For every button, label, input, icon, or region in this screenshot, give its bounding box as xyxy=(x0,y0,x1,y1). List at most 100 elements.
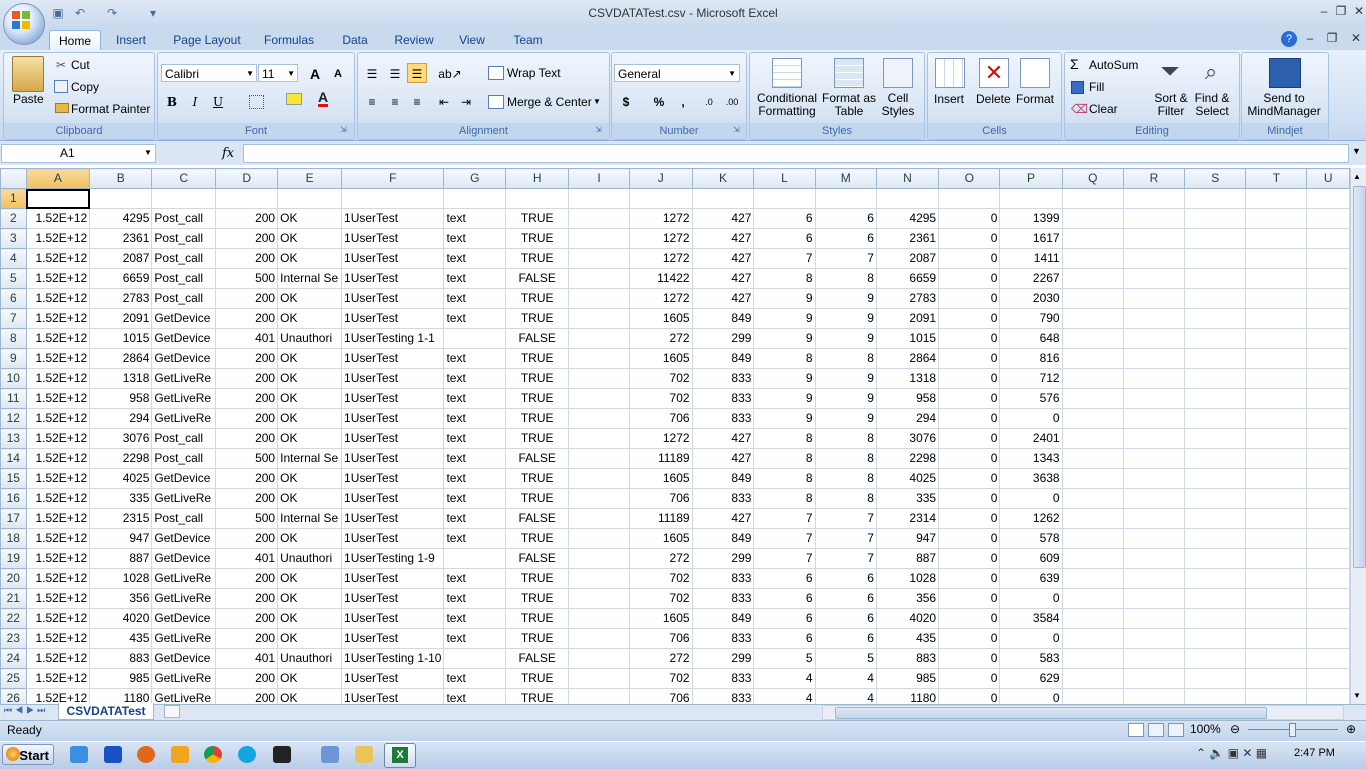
cell-c12[interactable]: GetLiveRe xyxy=(151,408,217,429)
cell-h10[interactable]: TRUE xyxy=(505,368,570,389)
cell-q22[interactable] xyxy=(1061,608,1124,629)
row-header[interactable]: 21 xyxy=(0,588,27,609)
cell-m6[interactable]: 9 xyxy=(814,288,877,309)
cell-b14[interactable]: 2298 xyxy=(89,448,153,469)
cell-l1[interactable] xyxy=(753,188,816,209)
column-header-b[interactable]: B xyxy=(89,168,153,189)
cell-i15[interactable] xyxy=(568,468,631,489)
cell-r9[interactable] xyxy=(1122,348,1186,369)
increase-indent-icon[interactable]: ⇥ xyxy=(456,91,476,111)
cell-f6[interactable]: 1UserTest xyxy=(341,288,445,309)
cell-o21[interactable]: 0 xyxy=(938,588,1001,609)
cell-o20[interactable]: 0 xyxy=(938,568,1001,589)
cell-a13[interactable]: 1.52E+12 xyxy=(25,428,91,449)
cell-r24[interactable] xyxy=(1122,648,1186,669)
cell-u26[interactable] xyxy=(1306,688,1350,704)
cell-h7[interactable]: TRUE xyxy=(505,308,570,329)
cell-f13[interactable]: 1UserTest xyxy=(341,428,445,449)
cell-p22[interactable]: 3584 xyxy=(999,608,1063,629)
cell-m11[interactable]: 9 xyxy=(814,388,877,409)
cell-u11[interactable] xyxy=(1306,388,1350,409)
cell-j2[interactable]: 1272 xyxy=(629,208,693,229)
cell-m16[interactable]: 8 xyxy=(814,488,877,509)
find-select-button[interactable]: Find & Select xyxy=(1190,92,1234,118)
cell-f26[interactable]: 1UserTest xyxy=(341,688,445,704)
cell-t9[interactable] xyxy=(1245,348,1308,369)
cell-f21[interactable]: 1UserTest xyxy=(341,588,445,609)
cell-p17[interactable]: 1262 xyxy=(999,508,1063,529)
cell-s11[interactable] xyxy=(1184,388,1247,409)
cell-f22[interactable]: 1UserTest xyxy=(341,608,445,629)
cell-j24[interactable]: 272 xyxy=(629,648,693,669)
cell-n14[interactable]: 2298 xyxy=(875,448,940,469)
tab-view[interactable]: View xyxy=(452,30,492,50)
cell-c16[interactable]: GetLiveRe xyxy=(151,488,217,509)
cell-u8[interactable] xyxy=(1306,328,1350,349)
cell-t8[interactable] xyxy=(1245,328,1308,349)
cell-e8[interactable]: Unauthori xyxy=(277,328,343,349)
font-size-combo[interactable]: 11 ▼ xyxy=(258,64,298,82)
cell-l6[interactable]: 9 xyxy=(753,288,816,309)
close-button[interactable]: ✕ xyxy=(1349,3,1366,19)
cell-a24[interactable]: 1.52E+12 xyxy=(25,648,91,669)
cell-s20[interactable] xyxy=(1184,568,1247,589)
cell-q4[interactable] xyxy=(1061,248,1124,269)
cell-p26[interactable]: 0 xyxy=(999,688,1063,704)
cell-o12[interactable]: 0 xyxy=(938,408,1001,429)
cell-m5[interactable]: 8 xyxy=(814,268,877,289)
cell-d22[interactable]: 200 xyxy=(215,608,279,629)
cell-g15[interactable]: text xyxy=(443,468,507,489)
cell-q12[interactable] xyxy=(1061,408,1124,429)
cell-s8[interactable] xyxy=(1184,328,1247,349)
cell-p13[interactable]: 2401 xyxy=(999,428,1063,449)
clear-button[interactable]: Clear xyxy=(1089,102,1118,116)
cell-u24[interactable] xyxy=(1306,648,1350,669)
cell-a6[interactable]: 1.52E+12 xyxy=(25,288,91,309)
scroll-down-icon[interactable]: ▼ xyxy=(1353,691,1361,700)
cell-j10[interactable]: 702 xyxy=(629,368,693,389)
cell-j8[interactable]: 272 xyxy=(629,328,693,349)
cell-h21[interactable]: TRUE xyxy=(505,588,570,609)
cell-b18[interactable]: 947 xyxy=(89,528,153,549)
grow-font-button[interactable]: A xyxy=(305,63,325,83)
cell-s5[interactable] xyxy=(1184,268,1247,289)
cell-b5[interactable]: 6659 xyxy=(89,268,153,289)
cell-m25[interactable]: 4 xyxy=(814,668,877,689)
cell-f2[interactable]: 1UserTest xyxy=(341,208,445,229)
cell-p9[interactable]: 816 xyxy=(999,348,1063,369)
row-header[interactable]: 14 xyxy=(0,448,27,469)
cell-h22[interactable]: TRUE xyxy=(505,608,570,629)
row-header[interactable]: 17 xyxy=(0,508,27,529)
cell-l4[interactable]: 7 xyxy=(753,248,816,269)
chevron-down-icon[interactable]: ▼ xyxy=(593,97,601,106)
cell-u5[interactable] xyxy=(1306,268,1350,289)
align-center-icon[interactable]: ≡ xyxy=(385,91,405,111)
cell-t10[interactable] xyxy=(1245,368,1308,389)
cell-k20[interactable]: 833 xyxy=(691,568,755,589)
cell-a21[interactable]: 1.52E+12 xyxy=(25,588,91,609)
shrink-font-button[interactable]: A xyxy=(328,63,348,83)
align-top-icon[interactable]: ☰ xyxy=(362,63,382,83)
cell-q20[interactable] xyxy=(1061,568,1124,589)
cell-e15[interactable]: OK xyxy=(277,468,343,489)
cell-u22[interactable] xyxy=(1306,608,1350,629)
cell-q2[interactable] xyxy=(1061,208,1124,229)
cell-h19[interactable]: FALSE xyxy=(505,548,570,569)
italic-button[interactable]: I xyxy=(185,91,205,111)
send-to-mindmanager-button[interactable]: Send to MindManager xyxy=(1246,92,1322,118)
cell-l2[interactable]: 6 xyxy=(753,208,816,229)
cell-o19[interactable]: 0 xyxy=(938,548,1001,569)
cell-k19[interactable]: 299 xyxy=(691,548,755,569)
horizontal-scrollbar[interactable] xyxy=(822,705,1344,720)
cell-p16[interactable]: 0 xyxy=(999,488,1063,509)
cell-g22[interactable]: text xyxy=(443,608,507,629)
cell-s15[interactable] xyxy=(1184,468,1247,489)
cell-n4[interactable]: 2087 xyxy=(875,248,940,269)
cell-g21[interactable]: text xyxy=(443,588,507,609)
cell-u1[interactable] xyxy=(1306,188,1350,209)
cell-r19[interactable] xyxy=(1122,548,1186,569)
cell-n7[interactable]: 2091 xyxy=(875,308,940,329)
cell-u12[interactable] xyxy=(1306,408,1350,429)
cell-r14[interactable] xyxy=(1122,448,1186,469)
cell-t6[interactable] xyxy=(1245,288,1308,309)
